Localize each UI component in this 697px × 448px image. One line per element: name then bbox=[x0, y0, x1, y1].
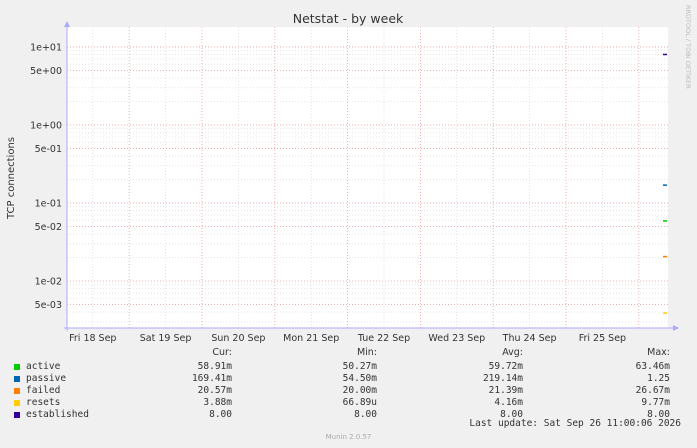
x-tick-label: Fri 25 Sep bbox=[579, 333, 626, 344]
legend-header-min: Min: bbox=[356, 347, 377, 358]
legend-value-cur: 3.88m bbox=[203, 397, 232, 408]
x-tick-label: Sat 19 Sep bbox=[140, 333, 192, 344]
y-axis-label: TCP connections bbox=[6, 137, 17, 220]
legend-header-avg: Avg: bbox=[502, 347, 523, 358]
legend-value-max: 9.77m bbox=[641, 397, 670, 408]
legend-swatch bbox=[14, 412, 20, 418]
legend-value-min: 54.50m bbox=[342, 373, 377, 384]
legend-swatch bbox=[14, 400, 20, 406]
y-tick-labels: 1e+01 5e+00 1e+00 5e-01 1e-01 5e-02 1e-02 5e-03 bbox=[30, 42, 62, 311]
munin-version: Munin 2.0.57 bbox=[325, 433, 372, 441]
legend-value-avg: 21.39m bbox=[488, 385, 523, 396]
legend-value-avg: 59.72m bbox=[488, 361, 523, 372]
legend-value-cur: 20.57m bbox=[197, 385, 232, 396]
y-axis-arrow bbox=[64, 21, 70, 27]
y-tick-label: 1e-02 bbox=[35, 277, 62, 288]
legend-value-cur: 8.00 bbox=[209, 409, 232, 420]
legend-value-cur: 58.91m bbox=[197, 361, 232, 372]
y-tick-label: 5e-01 bbox=[35, 144, 62, 155]
legend-value-avg: 219.14m bbox=[482, 373, 523, 384]
plot-area bbox=[67, 27, 668, 328]
legend-value-cur: 169.41m bbox=[191, 373, 232, 384]
x-tick-label: Mon 21 Sep bbox=[283, 333, 339, 344]
y-tick-label: 5e+00 bbox=[30, 66, 62, 77]
x-tick-label: Sun 20 Sep bbox=[211, 333, 265, 344]
legend-label: active bbox=[26, 361, 61, 372]
legend-label: resets bbox=[26, 397, 61, 408]
y-tick-label: 5e-03 bbox=[35, 300, 62, 311]
y-tick-label: 1e+00 bbox=[30, 120, 62, 131]
x-tick-labels: Fri 18 Sep Sat 19 Sep Sun 20 Sep Mon 21 Sep… bbox=[69, 333, 626, 344]
legend-label: failed bbox=[26, 385, 61, 396]
legend-value-min: 50.27m bbox=[342, 361, 377, 372]
x-tick-label: Thu 24 Sep bbox=[502, 333, 557, 344]
legend-label: established bbox=[26, 409, 89, 420]
legend-header-max: Max: bbox=[647, 347, 670, 358]
legend-value-avg: 4.16m bbox=[494, 397, 523, 408]
legend-value-min: 20.00m bbox=[342, 385, 377, 396]
legend-value-min: 8.00 bbox=[354, 409, 377, 420]
y-tick-label: 1e+01 bbox=[30, 42, 62, 53]
x-tick-label: Wed 23 Sep bbox=[428, 333, 485, 344]
y-tick-label: 5e-02 bbox=[35, 222, 62, 233]
legend-swatch bbox=[14, 388, 20, 394]
legend-value-max: 63.46m bbox=[635, 361, 670, 372]
last-update: Last update: Sat Sep 26 11:00:06 2026 bbox=[469, 418, 681, 429]
legend-swatch bbox=[14, 364, 20, 370]
y-tick-label: 1e-01 bbox=[35, 198, 62, 209]
legend-label: passive bbox=[26, 373, 67, 384]
rrdtool-credit: RRDTOOL / TOBI OETIKER bbox=[684, 5, 692, 89]
legend-value-min: 66.89u bbox=[342, 397, 377, 408]
legend-value-max: 1.25 bbox=[647, 373, 670, 384]
x-tick-label: Fri 18 Sep bbox=[69, 333, 116, 344]
chart-title: Netstat - by week bbox=[293, 11, 404, 26]
x-axis-arrow bbox=[673, 325, 679, 331]
legend-header-cur: Cur: bbox=[212, 347, 232, 358]
x-tick-label: Tue 22 Sep bbox=[357, 333, 410, 344]
legend-value-max: 26.67m bbox=[635, 385, 670, 396]
legend-swatch bbox=[14, 376, 20, 382]
